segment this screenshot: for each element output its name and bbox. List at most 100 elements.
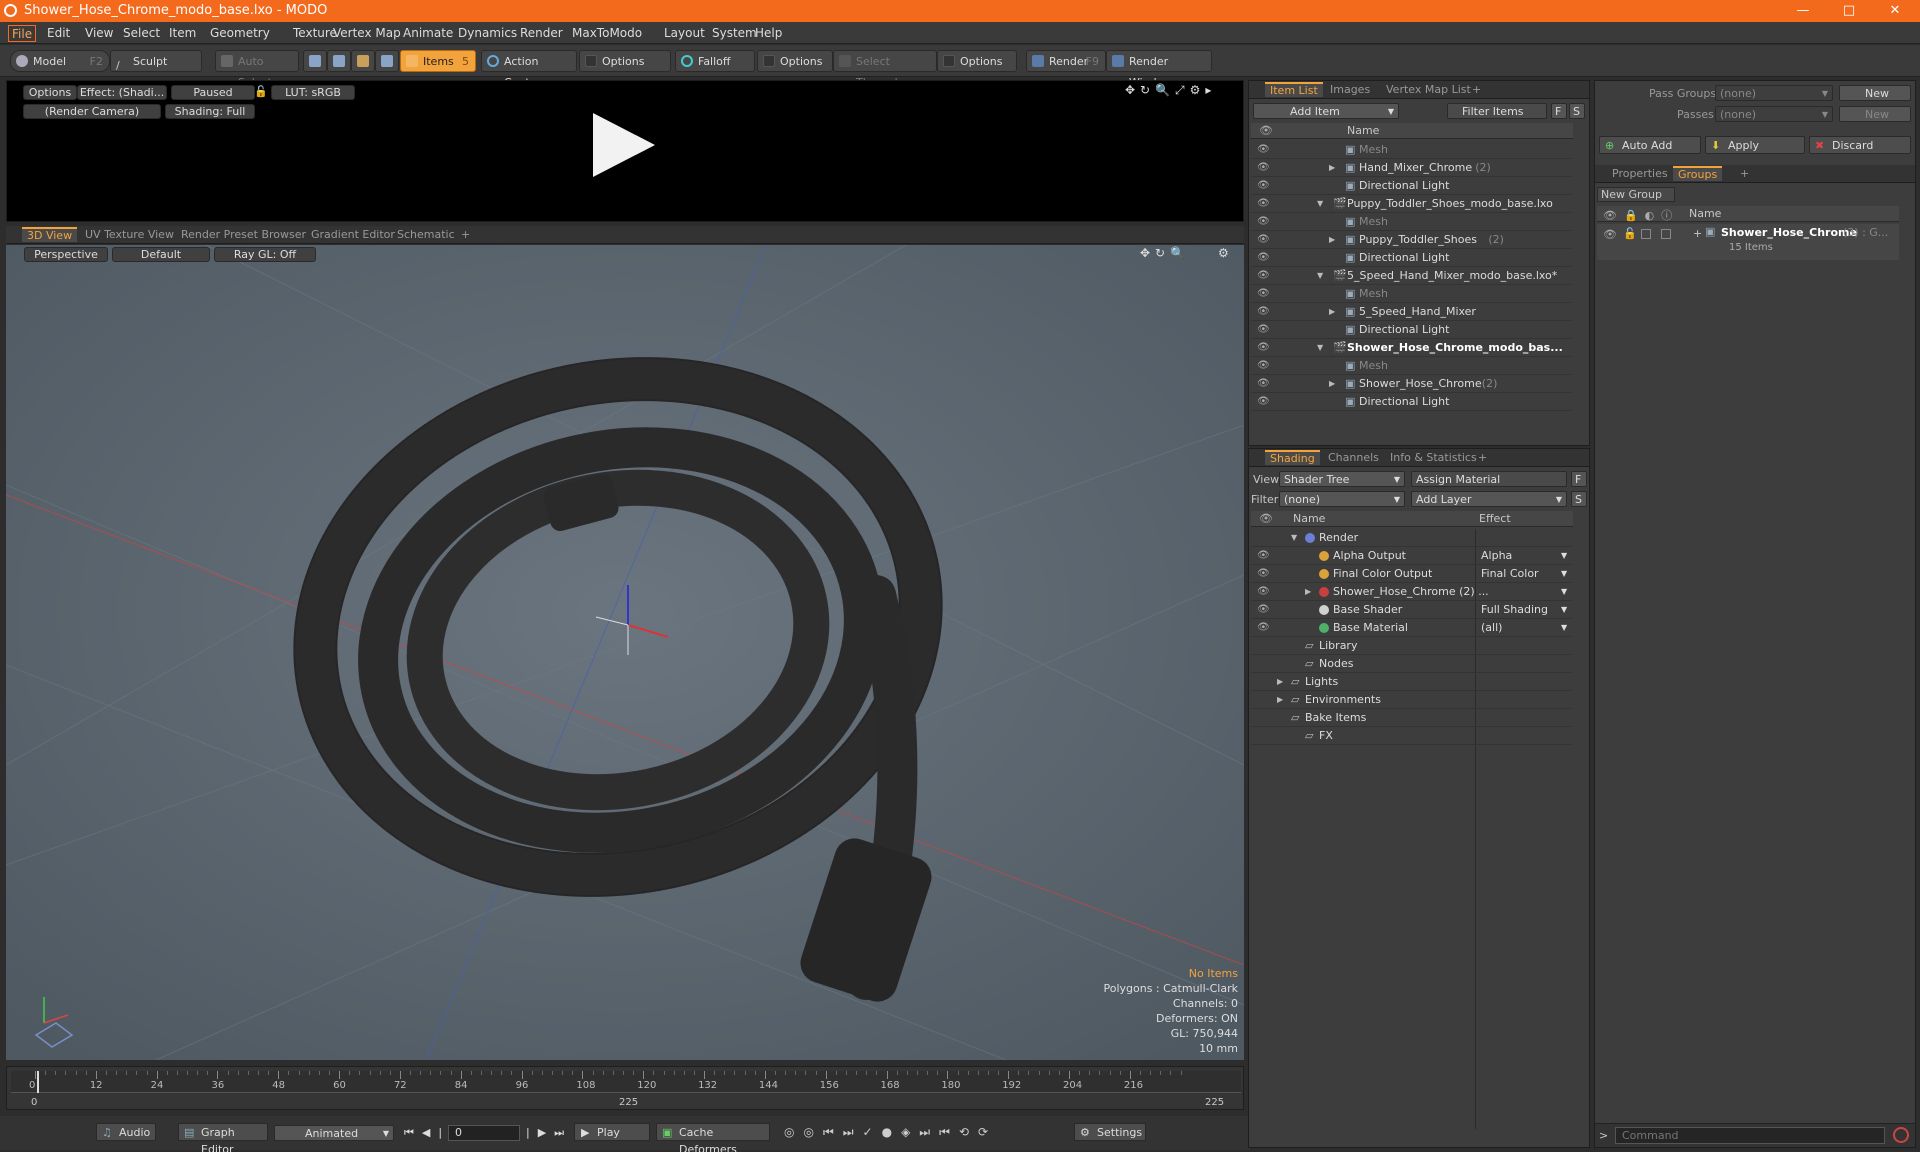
tree-row[interactable]: 👁 ▶ ▣ Puppy_Toddler_Shoes (2)	[1251, 231, 1571, 249]
render-window-button[interactable]: Render Window	[1106, 50, 1212, 89]
visibility-eye-icon[interactable]: 👁	[1257, 605, 1270, 615]
tree-row[interactable]: 👁 ▼ 🎬 Puppy_Toddler_Shoes_modo_base.lxo	[1251, 195, 1571, 213]
tab-shading[interactable]: Shading	[1265, 450, 1320, 465]
group-visibility-icon[interactable]: 👁	[1603, 228, 1617, 241]
visibility-eye-icon[interactable]: 👁	[1257, 235, 1270, 245]
shader-row[interactable]: 👁 Base Material (all) ▼	[1251, 619, 1571, 637]
shader-row[interactable]: 👁 ▶ Shower_Hose_Chrome (2) ... ▼	[1251, 583, 1571, 601]
chevron-down-icon[interactable]: ▼	[1561, 619, 1567, 637]
auto-select-button[interactable]: Auto Select	[215, 50, 299, 89]
action-center-options-button[interactable]: Options	[579, 50, 671, 72]
tree-row[interactable]: 👁 ▣ Mesh	[1251, 285, 1571, 303]
new-group-button[interactable]: New Group	[1597, 187, 1675, 202]
timeline[interactable]: 0 12 24 36 48 60 72 84 96 108 120 132 144 156 168 180 19…	[6, 1066, 1244, 1110]
visibility-eye-icon[interactable]: 👁	[1257, 551, 1270, 561]
shader-row[interactable]: ▱ FX	[1251, 727, 1571, 745]
shader-row[interactable]: 👁 Alpha Output Alpha ▼	[1251, 547, 1571, 565]
group-expand-icon[interactable]: +	[1693, 227, 1702, 240]
play-button[interactable]: ▶ Play	[574, 1123, 650, 1141]
filter-items-field[interactable]: Filter Items	[1447, 103, 1547, 119]
pass-groups-dropdown[interactable]: (none) ▼	[1715, 85, 1833, 101]
preview-nav-icons[interactable]: ✥↻🔍⤢⚙▸	[1125, 83, 1216, 98]
action-center-button[interactable]: Action Center	[481, 50, 577, 89]
tree-row[interactable]: 👁 ▣ Directional Light	[1251, 177, 1571, 195]
tree-row[interactable]: 👁 ▶ ▣ Shower_Hose_Chrome (2)	[1251, 375, 1571, 393]
tab-uv-texture-view[interactable]: UV Texture View	[80, 228, 179, 243]
menu-vertex-map[interactable]: Vertex Map	[330, 25, 404, 42]
menu-geometry[interactable]: Geometry	[207, 25, 273, 42]
chevron-down-icon[interactable]: ▼	[1561, 601, 1567, 619]
shader-row[interactable]: ▼ Render	[1251, 529, 1571, 547]
tab-images[interactable]: Images	[1325, 83, 1375, 98]
menu-animate[interactable]: Animate	[400, 25, 456, 42]
edges-mode-button[interactable]	[327, 50, 351, 72]
audio-button[interactable]: ♫ Audio	[96, 1123, 156, 1141]
tab-vertex-map-list[interactable]: Vertex Map List	[1381, 83, 1476, 98]
tree-row[interactable]: 👁 ▣ Directional Light	[1251, 249, 1571, 267]
expand-arrow-icon[interactable]: ▼	[1317, 267, 1323, 285]
menu-edit[interactable]: Edit	[44, 25, 73, 42]
menu-maxtomodo[interactable]: MaxToModo	[569, 25, 645, 42]
tree-row[interactable]: 👁 ▣ Directional Light	[1251, 321, 1571, 339]
visibility-eye-icon[interactable]: 👁	[1257, 325, 1270, 335]
tab-info-statistics[interactable]: Info & Statistics	[1385, 451, 1482, 466]
menu-select[interactable]: Select	[120, 25, 163, 42]
new-pass-group-button[interactable]: New	[1839, 85, 1911, 101]
expand-arrow-icon[interactable]: ▶	[1329, 159, 1335, 177]
expand-arrow-icon[interactable]: ▶	[1329, 231, 1335, 249]
expand-arrow-icon[interactable]: ▶	[1329, 375, 1335, 393]
falloff-button[interactable]: Falloff	[675, 50, 755, 72]
visibility-eye-icon[interactable]: 👁	[1257, 199, 1270, 209]
perspective-dropdown[interactable]: Perspective	[24, 247, 108, 262]
add-tab-button[interactable]: +	[456, 228, 475, 243]
visibility-eye-icon[interactable]: 👁	[1257, 307, 1270, 317]
tree-row[interactable]: 👁 ▣ Mesh	[1251, 141, 1571, 159]
add-layer-dropdown[interactable]: Add Layer ▼	[1411, 491, 1567, 507]
default-style-dropdown[interactable]: Default	[112, 247, 210, 262]
minimize-button[interactable]: —	[1780, 0, 1826, 22]
expand-arrow-icon[interactable]: ▶	[1305, 583, 1311, 601]
shading-f-button[interactable]: F	[1571, 471, 1587, 487]
tab-groups[interactable]: Groups	[1673, 166, 1723, 181]
tab-properties[interactable]: Properties	[1607, 167, 1673, 182]
apply-button[interactable]: ⬇ Apply	[1705, 136, 1805, 154]
shader-row[interactable]: ▱ Nodes	[1251, 655, 1571, 673]
timeline-playhead[interactable]	[37, 1071, 39, 1093]
lut-dropdown[interactable]: LUT: sRGB	[271, 85, 355, 100]
cache-deformers-button[interactable]: ▣ Cache Deformers	[656, 1123, 770, 1152]
frame-field[interactable]: 0	[448, 1125, 520, 1141]
materials-mode-button[interactable]	[375, 50, 399, 72]
shader-row[interactable]: 👁 Base Shader Full Shading ▼	[1251, 601, 1571, 619]
shader-effect-value[interactable]: Final Color	[1481, 565, 1539, 583]
render-button[interactable]: Render F9	[1026, 50, 1106, 72]
visibility-eye-icon[interactable]: 👁	[1257, 253, 1270, 263]
maximize-button[interactable]: □	[1826, 0, 1872, 22]
preview-camera-dropdown[interactable]: (Render Camera)	[23, 104, 161, 119]
polygons-mode-button[interactable]	[351, 50, 375, 72]
shader-effect-value[interactable]: Alpha	[1481, 547, 1512, 565]
lock-icon[interactable]: 🔓	[254, 85, 268, 98]
preview-options-button[interactable]: Options	[23, 85, 77, 100]
shader-effect-value[interactable]: (all)	[1481, 619, 1502, 637]
group-checkbox-2[interactable]	[1661, 229, 1671, 239]
visibility-eye-icon[interactable]: 👁	[1257, 217, 1270, 227]
preview-effect-dropdown[interactable]: Effect: (Shadi...	[77, 85, 167, 100]
sculpt-button[interactable]: / Sculpt	[110, 50, 202, 72]
model-mode-button[interactable]: Model F2	[10, 50, 110, 72]
itemlist-f-button[interactable]: F	[1551, 103, 1567, 119]
tab-render-preset-browser[interactable]: Render Preset Browser	[176, 228, 311, 243]
select-through-options-button[interactable]: Options	[937, 50, 1017, 72]
menu-layout[interactable]: Layout	[661, 25, 708, 42]
tab-channels[interactable]: Channels	[1323, 451, 1384, 466]
menu-view[interactable]: View	[82, 25, 116, 42]
shader-view-dropdown[interactable]: Shader Tree ▼	[1279, 471, 1405, 487]
command-input[interactable]	[1615, 1127, 1885, 1144]
preview-shading-dropdown[interactable]: Shading: Full	[165, 104, 255, 119]
menu-help[interactable]: Help	[752, 25, 785, 42]
key-tool-icons[interactable]: ◎◎⏮⏭✓●◈⏭⏮⟲⟳	[784, 1125, 997, 1140]
visibility-eye-icon[interactable]: 👁	[1257, 361, 1270, 371]
menu-dynamics[interactable]: Dynamics	[455, 25, 520, 42]
add-tab-button[interactable]: +	[1735, 167, 1754, 182]
visibility-eye-icon[interactable]: 👁	[1257, 587, 1270, 597]
preview-paused-button[interactable]: Paused	[171, 85, 255, 100]
